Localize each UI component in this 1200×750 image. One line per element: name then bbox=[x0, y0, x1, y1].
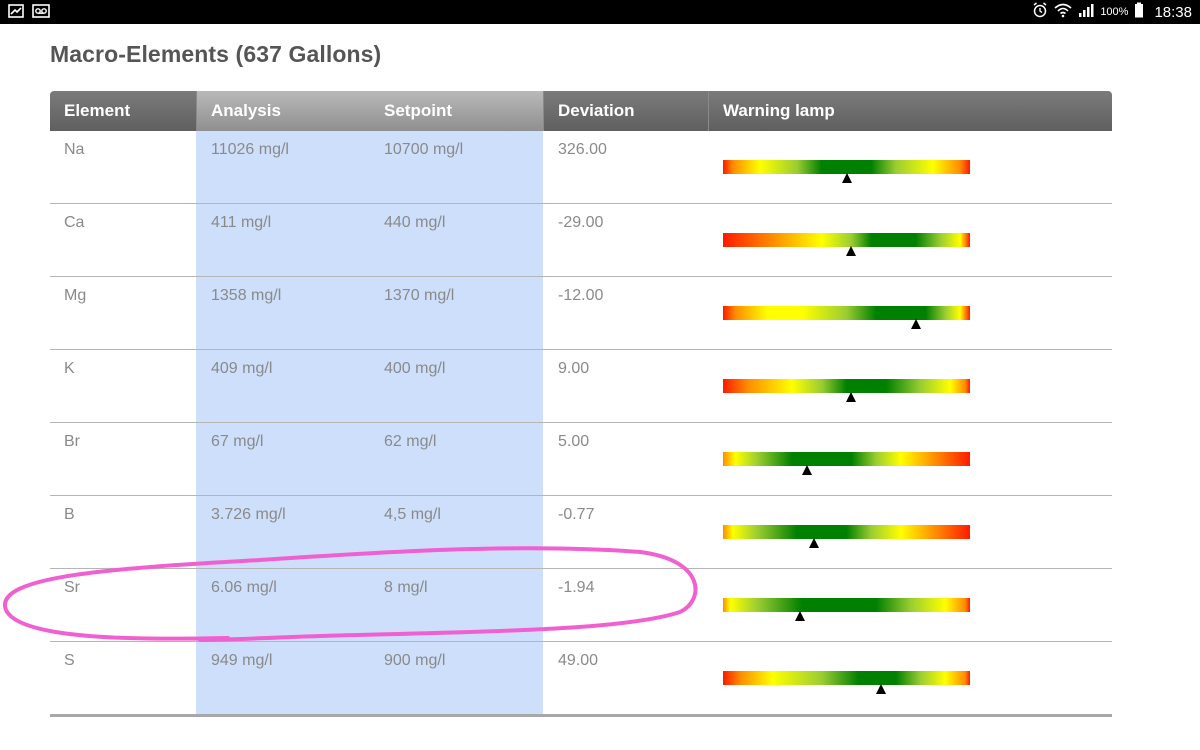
page-title: Macro-Elements (637 Gallons) bbox=[50, 41, 382, 67]
warning-lamp-gradient bbox=[723, 306, 970, 320]
table-row: Sr 6.06 mg/l 8 mg/l -1.94 bbox=[50, 569, 1112, 642]
table-bottom-rule bbox=[50, 714, 1112, 717]
table-row: K 409 mg/l 400 mg/l 9.00 bbox=[50, 350, 1112, 423]
warning-lamp-marker-icon bbox=[841, 173, 852, 183]
cell-element: Sr bbox=[64, 579, 80, 596]
cell-deviation: 49.00 bbox=[558, 652, 599, 669]
warning-lamp bbox=[723, 598, 970, 621]
cell-deviation: -12.00 bbox=[558, 287, 604, 304]
cell-setpoint: 1370 mg/l bbox=[384, 287, 455, 304]
warning-lamp-marker-icon bbox=[801, 465, 812, 475]
warning-lamp-gradient bbox=[723, 452, 970, 466]
cell-analysis: 67 mg/l bbox=[211, 433, 264, 450]
cell-analysis: 1358 mg/l bbox=[211, 287, 282, 304]
clock: 18:38 bbox=[1154, 3, 1192, 21]
header-analysis[interactable]: Analysis bbox=[211, 91, 281, 131]
cell-setpoint: 10700 mg/l bbox=[384, 141, 464, 158]
wifi-icon bbox=[1054, 2, 1072, 23]
warning-lamp-gradient bbox=[723, 233, 970, 247]
cell-element: Ca bbox=[64, 214, 85, 231]
cell-element: K bbox=[64, 360, 75, 377]
warning-lamp bbox=[723, 452, 970, 475]
cell-element: Br bbox=[64, 433, 80, 450]
cell-setpoint: 400 mg/l bbox=[384, 360, 446, 377]
cell-analysis: 3.726 mg/l bbox=[211, 506, 286, 523]
header-divider bbox=[543, 91, 544, 131]
warning-lamp-gradient bbox=[723, 379, 970, 393]
warning-lamp bbox=[723, 160, 970, 183]
warning-lamp-gradient bbox=[723, 598, 970, 612]
header-warning-lamp[interactable]: Warning lamp bbox=[723, 91, 835, 131]
cell-analysis: 409 mg/l bbox=[211, 360, 273, 377]
table-row: Br 67 mg/l 62 mg/l 5.00 bbox=[50, 423, 1112, 496]
cell-deviation: 326.00 bbox=[558, 141, 607, 158]
cell-setpoint: 62 mg/l bbox=[384, 433, 437, 450]
cell-deviation: 5.00 bbox=[558, 433, 590, 450]
cell-deviation: 9.00 bbox=[558, 360, 590, 377]
cell-element: Mg bbox=[64, 287, 87, 304]
image-icon bbox=[8, 3, 24, 19]
header-divider bbox=[196, 91, 197, 131]
warning-lamp bbox=[723, 671, 970, 694]
table-header: Element Analysis Setpoint Deviation Warn… bbox=[50, 91, 1112, 131]
header-element[interactable]: Element bbox=[64, 91, 130, 131]
table-row: Ca 411 mg/l 440 mg/l -29.00 bbox=[50, 204, 1112, 277]
status-bar-left bbox=[8, 3, 50, 19]
warning-lamp bbox=[723, 306, 970, 329]
cell-element: B bbox=[64, 506, 75, 523]
signal-icon bbox=[1078, 2, 1094, 23]
cell-deviation: -0.77 bbox=[558, 506, 595, 523]
warning-lamp-marker-icon bbox=[846, 246, 857, 256]
header-deviation[interactable]: Deviation bbox=[558, 91, 635, 131]
cell-setpoint: 8 mg/l bbox=[384, 579, 428, 596]
warning-lamp-marker-icon bbox=[846, 392, 857, 402]
battery-icon bbox=[1134, 2, 1144, 23]
cell-setpoint: 4,5 mg/l bbox=[384, 506, 441, 523]
cell-setpoint: 440 mg/l bbox=[384, 214, 446, 231]
warning-lamp-marker-icon bbox=[794, 611, 805, 621]
cell-setpoint: 900 mg/l bbox=[384, 652, 446, 669]
status-bar-right: 100% 18:38 bbox=[1032, 0, 1192, 24]
voicemail-icon bbox=[32, 3, 50, 19]
cell-deviation: -29.00 bbox=[558, 214, 604, 231]
cell-analysis: 411 mg/l bbox=[211, 214, 272, 231]
warning-lamp-gradient bbox=[723, 160, 970, 174]
table-row: Mg 1358 mg/l 1370 mg/l -12.00 bbox=[50, 277, 1112, 350]
warning-lamp-marker-icon bbox=[876, 684, 887, 694]
cell-deviation: -1.94 bbox=[558, 579, 595, 596]
warning-lamp-marker-icon bbox=[809, 538, 820, 548]
header-divider bbox=[708, 91, 709, 131]
warning-lamp bbox=[723, 233, 970, 256]
table-row: Na 11026 mg/l 10700 mg/l 326.00 bbox=[50, 131, 1112, 204]
cell-analysis: 11026 mg/l bbox=[211, 141, 289, 158]
warning-lamp-gradient bbox=[723, 525, 970, 539]
table-row: B 3.726 mg/l 4,5 mg/l -0.77 bbox=[50, 496, 1112, 569]
warning-lamp bbox=[723, 379, 970, 402]
warning-lamp bbox=[723, 525, 970, 548]
warning-lamp-gradient bbox=[723, 671, 970, 685]
status-bar: 100% 18:38 bbox=[0, 0, 1200, 24]
cell-analysis: 6.06 mg/l bbox=[211, 579, 277, 596]
cell-analysis: 949 mg/l bbox=[211, 652, 273, 669]
cell-element: S bbox=[64, 652, 75, 669]
warning-lamp-marker-icon bbox=[910, 319, 921, 329]
table-row: S 949 mg/l 900 mg/l 49.00 bbox=[50, 642, 1112, 715]
macro-elements-table: Element Analysis Setpoint Deviation Warn… bbox=[50, 91, 1112, 718]
battery-percent: 100% bbox=[1100, 6, 1129, 18]
alarm-icon bbox=[1032, 1, 1048, 23]
header-setpoint[interactable]: Setpoint bbox=[384, 91, 452, 131]
cell-element: Na bbox=[64, 141, 85, 158]
